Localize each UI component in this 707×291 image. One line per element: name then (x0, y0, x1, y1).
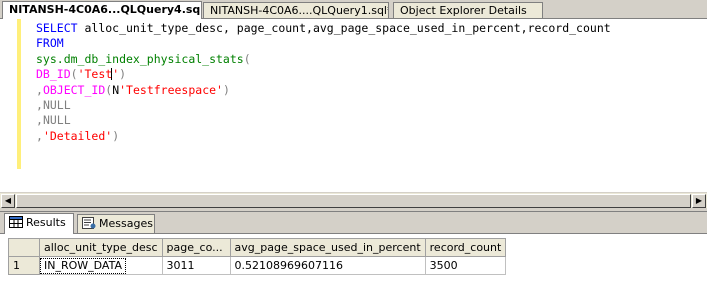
code-comma: , (36, 113, 43, 128)
column-header-record-count[interactable]: record_count (424, 238, 507, 257)
column-header-page-count[interactable]: page_co... (161, 238, 231, 257)
code-string-detailed: 'Detailed' (42, 128, 113, 143)
tab-query4-label: NITANSH-4C0A6...QLQuery4.sql* (9, 3, 202, 16)
code-object-id-fn: OBJECT_ID (42, 82, 106, 97)
code-string-testfreespace: 'Testfreespace' (119, 82, 223, 97)
tab-query1[interactable]: NITANSH-4C0A6....QLQuery1.sql* (203, 2, 389, 18)
changed-lines-indicator (17, 19, 21, 169)
tab-results[interactable]: Results (4, 213, 74, 234)
results-grid-icon (9, 216, 23, 228)
column-header-avg-page-space[interactable]: avg_page_space_used_in_percent (229, 238, 426, 257)
code-select-keyword: SELECT (36, 21, 78, 35)
messages-icon (82, 217, 96, 229)
column-header-alloc-unit-type-desc[interactable]: alloc_unit_type_desc (39, 238, 163, 257)
code-comma: , (36, 82, 43, 97)
code-dmv-name: sys.dm_db_index_physical_stats (36, 51, 244, 66)
code-paren: ( (243, 51, 251, 66)
code-paren: ) (112, 128, 120, 143)
grid-header-row: alloc_unit_type_desc page_co... avg_page… (8, 238, 507, 257)
table-row[interactable]: 1 IN_ROW_DATA 3011 0.52108969607116 3500 (8, 256, 507, 275)
tab-object-explorer-details[interactable]: Object Explorer Details (393, 2, 543, 18)
tab-object-explorer-details-label: Object Explorer Details (400, 4, 527, 17)
code-from-keyword: FROM (36, 36, 64, 51)
scrollbar-thumb[interactable] (16, 194, 691, 208)
grid-cell-page-count[interactable]: 3011 (161, 256, 231, 275)
code-paren: ) (222, 82, 230, 97)
code-string-test: 'Test (77, 67, 113, 82)
code-db-id-fn: DB_ID (36, 67, 71, 82)
scroll-right-arrow-icon[interactable]: ▶ (692, 194, 706, 208)
tab-messages-label: Messages (99, 217, 153, 230)
editor-horizontal-scrollbar[interactable]: ◀ ▶ (0, 192, 707, 208)
code-paren: ( (70, 67, 78, 82)
results-tab-strip: Results Messages (0, 212, 707, 234)
results-grid[interactable]: alloc_unit_type_desc page_co... avg_page… (8, 238, 507, 275)
code-null: NULL (42, 98, 71, 113)
query-editor[interactable]: SELECT alloc_unit_type_desc, page_count,… (0, 18, 707, 192)
code-select-columns: alloc_unit_type_desc, page_count,avg_pag… (77, 21, 611, 35)
code-comma: , (36, 128, 43, 143)
tab-query1-label: NITANSH-4C0A6....QLQuery1.sql* (210, 4, 389, 17)
code-paren: ) (119, 67, 127, 82)
results-grid-area: alloc_unit_type_desc page_co... avg_page… (0, 233, 707, 291)
tab-query4[interactable]: NITANSH-4C0A6...QLQuery4.sql* (2, 1, 202, 19)
code-comma: , (36, 98, 43, 113)
grid-cell-record-count[interactable]: 3500 (424, 256, 507, 275)
tab-messages[interactable]: Messages (77, 214, 155, 233)
sql-code[interactable]: SELECT alloc_unit_type_desc, page_count,… (36, 21, 611, 144)
document-tab-strip: NITANSH-4C0A6...QLQuery4.sql* NITANSH-4C… (0, 0, 707, 19)
row-number[interactable]: 1 (8, 256, 40, 275)
selected-cell-value: IN_ROW_DATA (40, 257, 126, 274)
code-null: NULL (42, 113, 71, 128)
tab-results-label: Results (26, 216, 66, 229)
grid-cell-avg-page-space[interactable]: 0.52108969607116 (229, 256, 426, 275)
scroll-left-arrow-icon[interactable]: ◀ (1, 194, 15, 208)
grid-cell-alloc-unit-type-desc[interactable]: IN_ROW_DATA (39, 256, 163, 275)
grid-corner[interactable] (8, 238, 40, 257)
